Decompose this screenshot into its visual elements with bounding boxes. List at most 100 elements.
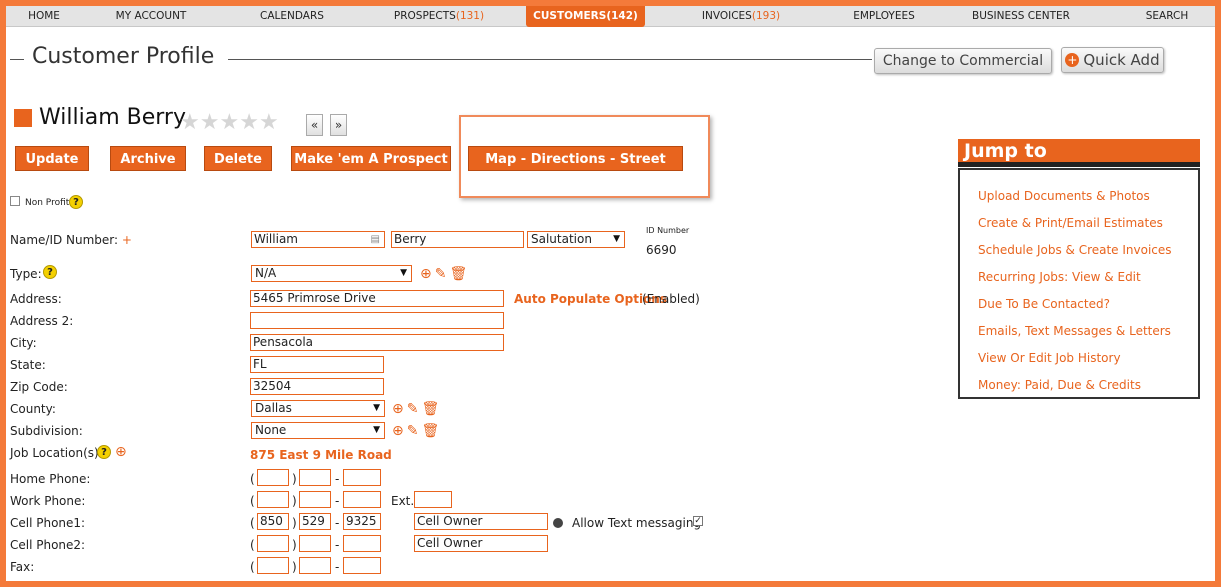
- jump-link-schedule[interactable]: Schedule Jobs & Create Invoices: [978, 243, 1172, 257]
- add-icon[interactable]: ⊕: [392, 423, 407, 439]
- zip-input[interactable]: 32504: [250, 378, 384, 395]
- work-phone-label: Work Phone:: [10, 494, 86, 508]
- type-select[interactable]: N/A ▼: [251, 265, 412, 282]
- first-name-input[interactable]: William ▤: [251, 231, 385, 248]
- update-button[interactable]: Update: [15, 146, 89, 171]
- rating-stars[interactable]: ★★★★★: [180, 112, 279, 134]
- quick-add-button[interactable]: + Quick Add: [1061, 47, 1164, 73]
- cell-phone2-area[interactable]: [257, 535, 289, 552]
- city-label: City:: [10, 336, 37, 350]
- nav-prospects[interactable]: PROSPECTS(131): [384, 6, 494, 27]
- chevron-down-icon: ▼: [373, 403, 380, 413]
- change-to-commercial-button[interactable]: Change to Commercial: [874, 48, 1052, 74]
- edit-icon[interactable]: ✎: [407, 423, 422, 439]
- trash-icon[interactable]: 🗑: [421, 423, 442, 439]
- jump-link-due-contact[interactable]: Due To Be Contacted?: [978, 297, 1110, 311]
- work-phone-ext[interactable]: [414, 491, 452, 508]
- jump-link-money[interactable]: Money: Paid, Due & Credits: [978, 378, 1141, 392]
- title-rule-right: [228, 59, 872, 60]
- address-input[interactable]: 5465 Primrose Drive: [250, 290, 504, 307]
- trash-icon[interactable]: 🗑: [449, 266, 470, 282]
- delete-button[interactable]: Delete: [204, 146, 272, 171]
- zip-label: Zip Code:: [10, 380, 68, 394]
- paren-close: ): [292, 516, 297, 530]
- nav-my-account[interactable]: MY ACCOUNT: [106, 6, 196, 27]
- allow-text-checkbox[interactable]: ✓: [693, 516, 703, 526]
- cell-phone2-prefix[interactable]: [299, 535, 331, 552]
- add-job-location-icon[interactable]: ⊕: [115, 444, 130, 460]
- county-select[interactable]: Dallas ▼: [251, 400, 385, 417]
- add-name-icon[interactable]: +: [122, 233, 132, 247]
- cell-phone2-label: Cell Phone2:: [10, 538, 86, 552]
- nav-customers[interactable]: CUSTOMERS(142): [526, 6, 645, 27]
- address-label: Address:: [10, 292, 62, 306]
- help-icon[interactable]: ?: [69, 195, 83, 209]
- job-location-link[interactable]: 875 East 9 Mile Road: [250, 448, 392, 462]
- county-label: County:: [10, 402, 56, 416]
- city-input[interactable]: Pensacola: [250, 334, 504, 351]
- cell-phone2-owner-input[interactable]: Cell Owner: [414, 535, 548, 552]
- star-icon[interactable]: ★: [219, 110, 239, 135]
- dash: -: [335, 538, 340, 552]
- cell-phone1-owner-input[interactable]: Cell Owner: [414, 513, 548, 530]
- nav-employees[interactable]: EMPLOYEES: [844, 6, 924, 27]
- cell-phone1-line[interactable]: 9325: [343, 513, 381, 530]
- jump-to-panel: Upload Documents & Photos Create & Print…: [958, 168, 1200, 399]
- info-icon[interactable]: [553, 518, 563, 528]
- nav-calendars[interactable]: CALENDARS: [252, 6, 332, 27]
- archive-button[interactable]: Archive: [110, 146, 186, 171]
- trash-icon[interactable]: 🗑: [421, 401, 442, 417]
- county-actions: ⊕✎🗑: [392, 401, 442, 417]
- address2-input[interactable]: [250, 312, 504, 329]
- customer-name: William Berry: [39, 105, 186, 130]
- jump-link-emails[interactable]: Emails, Text Messages & Letters: [978, 324, 1171, 338]
- edit-icon[interactable]: ✎: [407, 401, 422, 417]
- contact-card-icon: ▤: [370, 234, 380, 245]
- salutation-select[interactable]: Salutation ▼: [527, 231, 625, 248]
- nav-search[interactable]: SEARCH: [1142, 6, 1192, 27]
- work-phone-prefix[interactable]: [299, 491, 331, 508]
- nav-invoices[interactable]: INVOICES(193): [696, 6, 786, 27]
- home-phone-area[interactable]: [257, 469, 289, 486]
- home-phone-prefix[interactable]: [299, 469, 331, 486]
- jump-link-job-history[interactable]: View Or Edit Job History: [978, 351, 1121, 365]
- star-icon[interactable]: ★: [180, 110, 200, 135]
- next-customer-button[interactable]: »: [330, 114, 347, 136]
- fax-line[interactable]: [343, 557, 381, 574]
- star-icon[interactable]: ★: [200, 110, 220, 135]
- non-profit-checkbox[interactable]: [10, 196, 20, 206]
- cell-phone1-area[interactable]: 850: [257, 513, 289, 530]
- id-number-label: ID Number: [646, 226, 690, 235]
- jump-link-recurring[interactable]: Recurring Jobs: View & Edit: [978, 270, 1141, 284]
- home-phone-line[interactable]: [343, 469, 381, 486]
- subdivision-actions: ⊕✎🗑: [392, 423, 442, 439]
- edit-icon[interactable]: ✎: [435, 266, 450, 282]
- nav-home[interactable]: HOME: [14, 6, 74, 27]
- cell-phone1-prefix[interactable]: 529: [299, 513, 331, 530]
- make-prospect-button[interactable]: Make 'em A Prospect: [291, 146, 451, 171]
- id-number-value: 6690: [646, 243, 677, 257]
- map-button-highlight: [459, 115, 710, 198]
- subdivision-select[interactable]: None ▼: [251, 422, 385, 439]
- star-icon[interactable]: ★: [259, 110, 279, 135]
- fax-area[interactable]: [257, 557, 289, 574]
- help-icon[interactable]: ?: [97, 445, 111, 459]
- star-icon[interactable]: ★: [239, 110, 259, 135]
- last-name-input[interactable]: Berry: [391, 231, 524, 248]
- work-phone-line[interactable]: [343, 491, 381, 508]
- fax-prefix[interactable]: [299, 557, 331, 574]
- add-icon[interactable]: ⊕: [420, 266, 435, 282]
- jump-link-estimates[interactable]: Create & Print/Email Estimates: [978, 216, 1163, 230]
- cell-phone2-line[interactable]: [343, 535, 381, 552]
- dash: -: [335, 516, 340, 530]
- state-input[interactable]: FL: [250, 356, 384, 373]
- work-phone-area[interactable]: [257, 491, 289, 508]
- help-icon[interactable]: ?: [43, 265, 57, 279]
- name-label: Name/ID Number: +: [10, 233, 132, 247]
- previous-customer-button[interactable]: «: [306, 114, 323, 136]
- nav-business-center[interactable]: BUSINESS CENTER: [966, 6, 1076, 27]
- chevron-down-icon: ▼: [373, 425, 380, 435]
- add-icon[interactable]: ⊕: [392, 401, 407, 417]
- type-label: Type:: [10, 267, 42, 281]
- jump-link-upload[interactable]: Upload Documents & Photos: [978, 189, 1150, 203]
